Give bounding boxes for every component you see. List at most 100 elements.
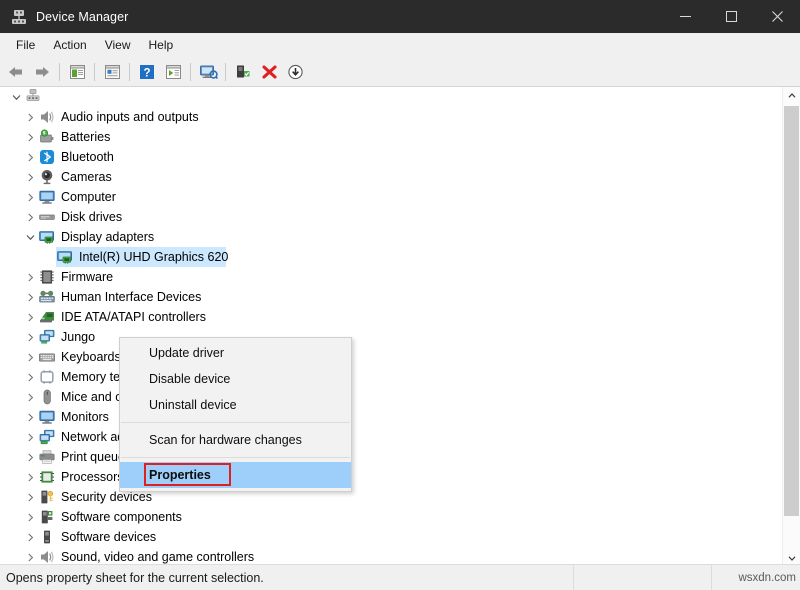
tree-item-label: Bluetooth [61, 150, 114, 164]
chevron-right-icon[interactable] [22, 387, 38, 407]
context-menu[interactable]: Update driver Disable device Uninstall d… [119, 337, 352, 492]
toolbar-separator [59, 63, 60, 81]
tree-item-cameras[interactable]: Cameras [0, 167, 782, 187]
chevron-right-icon[interactable] [22, 467, 38, 487]
device-tree[interactable]: Audio inputs and outputs Batteries Bluet… [0, 87, 782, 566]
chevron-right-icon[interactable] [22, 507, 38, 527]
mouse-icon [38, 388, 56, 406]
help-icon[interactable]: ? [134, 60, 160, 84]
tree-item-label: IDE ATA/ATAPI controllers [61, 310, 206, 324]
chevron-right-icon[interactable] [22, 187, 38, 207]
processor-icon [38, 468, 56, 486]
scroll-up-button[interactable] [783, 87, 800, 104]
chevron-right-icon[interactable] [22, 347, 38, 367]
tree-item-network-adapters[interactable]: Network adapters [0, 427, 782, 447]
tree-item-label: Computer [61, 190, 116, 204]
device-tree-pane[interactable]: Audio inputs and outputs Batteries Bluet… [0, 86, 800, 566]
tree-item-label: Display adapters [61, 230, 155, 244]
chevron-right-icon[interactable] [22, 207, 38, 227]
tree-item-disk-drives[interactable]: Disk drives [0, 207, 782, 227]
close-button[interactable] [754, 0, 800, 33]
tree-item-human-interface-devices[interactable]: Human Interface Devices [0, 287, 782, 307]
tree-item-label: Software devices [61, 530, 157, 544]
software-device-icon [38, 528, 56, 546]
chevron-right-icon[interactable] [22, 447, 38, 467]
tree-item-memory-technology-devices[interactable]: Memory technology devices [0, 367, 782, 387]
forward-arrow-icon[interactable] [29, 60, 55, 84]
toolbar-separator [225, 63, 226, 81]
device-manager-icon [11, 9, 27, 25]
tree-item-print-queues[interactable]: Print queues [0, 447, 782, 467]
chevron-right-icon[interactable] [22, 167, 38, 187]
tree-item-monitors[interactable]: Monitors [0, 407, 782, 427]
monitor-icon [38, 188, 56, 206]
chevron-right-icon[interactable] [22, 327, 38, 347]
watermark-text: wsxdn.com [738, 571, 796, 584]
tree-item-batteries[interactable]: Batteries [0, 127, 782, 147]
chevron-right-icon[interactable] [22, 287, 38, 307]
tree-item-ide-ata-atapi-controllers[interactable]: IDE ATA/ATAPI controllers [0, 307, 782, 327]
disable-device-icon[interactable] [282, 60, 308, 84]
scrollbar-thumb[interactable] [784, 106, 799, 516]
tree-item-label: Keyboards [61, 350, 121, 364]
tree-item-intel-uhd-graphics-620[interactable]: Intel(R) UHD Graphics 620 [0, 247, 782, 267]
tree-item-firmware[interactable]: Firmware [0, 267, 782, 287]
context-menu-item-label: Disable device [149, 372, 231, 386]
tree-item-security-devices[interactable]: Security devices [0, 487, 782, 507]
menu-view[interactable]: View [96, 35, 140, 56]
context-menu-item-disable-device[interactable]: Disable device [120, 366, 351, 392]
tree-item-bluetooth[interactable]: Bluetooth [0, 147, 782, 167]
menu-help[interactable]: Help [140, 35, 183, 56]
chevron-right-icon[interactable] [22, 107, 38, 127]
chevron-right-icon[interactable] [22, 407, 38, 427]
tree-item-jungo[interactable]: Jungo [0, 327, 782, 347]
minimize-button[interactable] [662, 0, 708, 33]
tree-root-node[interactable] [0, 87, 782, 107]
chevron-right-icon[interactable] [22, 267, 38, 287]
tree-item-label: Monitors [61, 410, 109, 424]
tree-item-label: Jungo [61, 330, 96, 344]
chevron-right-icon[interactable] [22, 307, 38, 327]
context-menu-item-scan-for-hardware-changes[interactable]: Scan for hardware changes [120, 427, 351, 453]
menu-file[interactable]: File [7, 35, 44, 56]
chevron-right-icon[interactable] [22, 487, 38, 507]
enable-device-icon[interactable] [230, 60, 256, 84]
scan-hardware-changes-icon[interactable] [195, 60, 221, 84]
display-adapter-icon [38, 228, 56, 246]
network-adapter-icon [38, 428, 56, 446]
memory-icon [38, 368, 56, 386]
tree-item-mice-and-other-pointing-devices[interactable]: Mice and other pointing devices [0, 387, 782, 407]
chevron-down-icon[interactable] [22, 227, 38, 247]
back-arrow-icon[interactable] [3, 60, 29, 84]
chevron-right-icon[interactable] [22, 127, 38, 147]
tree-item-label: Processors [61, 470, 124, 484]
window-controls [662, 0, 800, 33]
hid-icon [38, 288, 56, 306]
context-menu-item-properties[interactable]: Properties [120, 462, 351, 488]
toolbar-separator [94, 63, 95, 81]
tree-item-audio-inputs-and-outputs[interactable]: Audio inputs and outputs [0, 107, 782, 127]
chevron-right-icon[interactable] [22, 367, 38, 387]
title-bar[interactable]: Device Manager [0, 0, 800, 33]
show-hide-console-tree-icon[interactable] [64, 60, 90, 84]
uninstall-device-icon[interactable] [256, 60, 282, 84]
update-driver-icon[interactable] [160, 60, 186, 84]
context-menu-item-uninstall-device[interactable]: Uninstall device [120, 392, 351, 418]
menu-action[interactable]: Action [44, 35, 95, 56]
maximize-button[interactable] [708, 0, 754, 33]
properties-icon[interactable] [99, 60, 125, 84]
tree-item-keyboards[interactable]: Keyboards [0, 347, 782, 367]
tree-item-software-devices[interactable]: Software devices [0, 527, 782, 547]
tree-item-software-components[interactable]: Software components [0, 507, 782, 527]
chevron-right-icon[interactable] [22, 147, 38, 167]
chevron-right-icon[interactable] [22, 427, 38, 447]
vertical-scrollbar[interactable] [782, 87, 800, 566]
tree-item-display-adapters[interactable]: Display adapters [0, 227, 782, 247]
tree-item-computer[interactable]: Computer [0, 187, 782, 207]
context-menu-item-update-driver[interactable]: Update driver [120, 340, 351, 366]
chevron-right-icon[interactable] [22, 527, 38, 547]
status-bar-text: Opens property sheet for the current sel… [6, 570, 264, 585]
chevron-down-icon[interactable] [8, 87, 24, 107]
tree-item-processors[interactable]: Processors [0, 467, 782, 487]
status-bar: Opens property sheet for the current sel… [0, 564, 800, 590]
